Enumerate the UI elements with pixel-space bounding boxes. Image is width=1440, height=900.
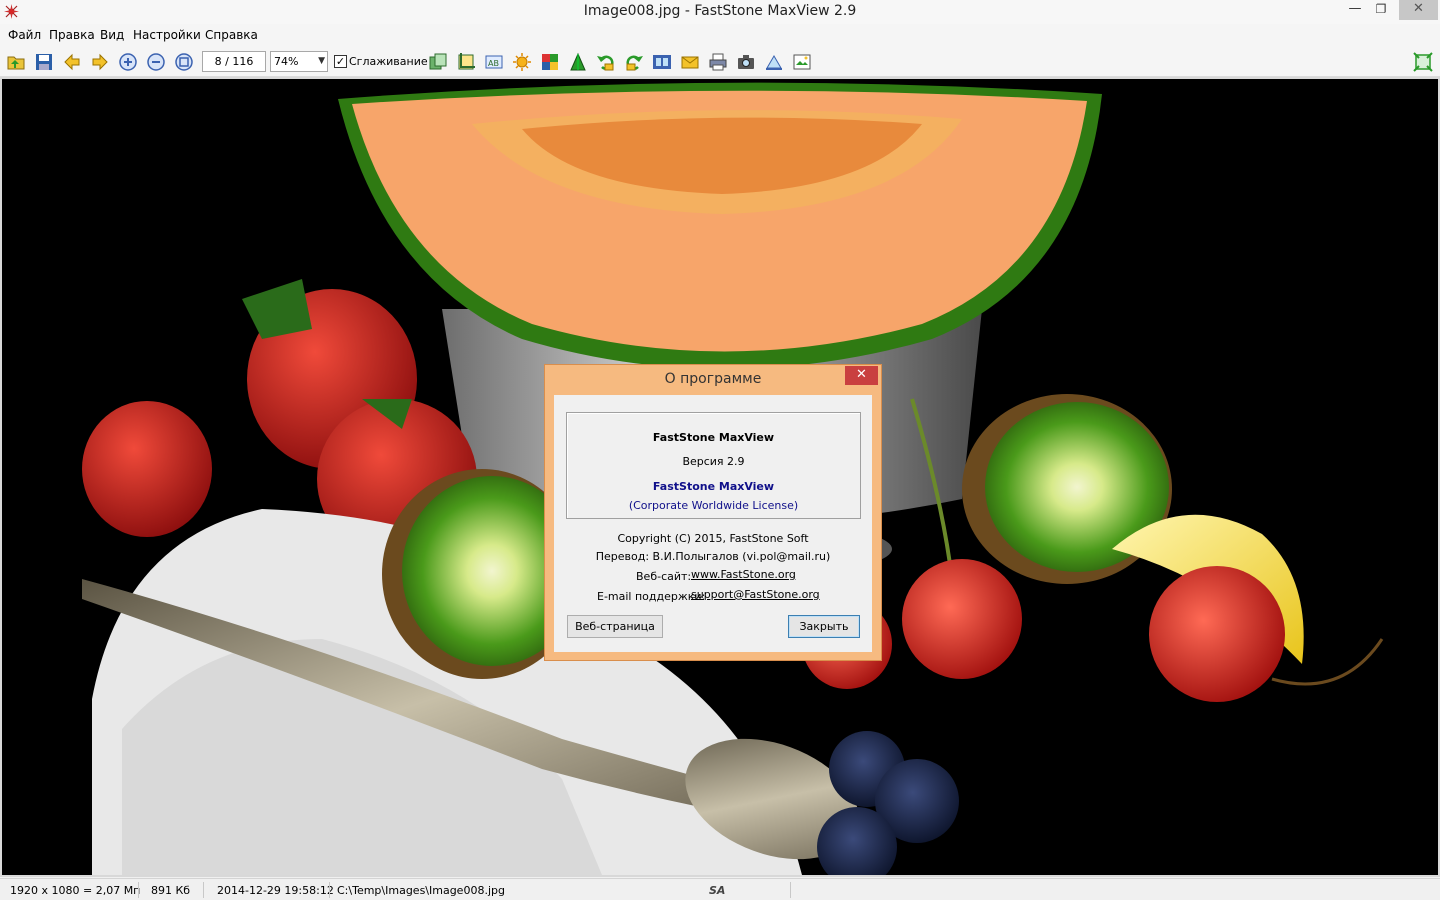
filmstrip-icon[interactable] (652, 52, 672, 72)
menu-file[interactable]: Файл (8, 28, 41, 42)
version-text: Версия 2.9 (682, 455, 745, 468)
web-page-button[interactable]: Веб-страница (567, 615, 663, 638)
open-icon[interactable] (6, 52, 26, 72)
smoothing-label: Сглаживание (349, 55, 428, 68)
close-button[interactable]: Закрыть (788, 615, 860, 638)
brightness-icon[interactable] (512, 52, 532, 72)
slideshow-icon[interactable] (792, 52, 812, 72)
rotate-left-icon[interactable] (596, 52, 616, 72)
copy-icon[interactable] (428, 52, 448, 72)
menu-edit[interactable]: Правка (49, 28, 95, 42)
website-label: Веб-сайт: (636, 570, 692, 583)
page-counter[interactable]: 8 / 116 (202, 51, 266, 72)
resize-icon[interactable]: AB (484, 52, 504, 72)
license-type: (Corporate Worldwide License) (628, 499, 799, 512)
file-datetime: 2014-12-29 19:58:12 (217, 884, 334, 897)
dialog-body: FastStone MaxView Версия 2.9 FastStone M… (554, 395, 872, 652)
zoom-in-icon[interactable] (118, 52, 138, 72)
toolbar: 8 / 116 74% ▼ ✓ Сглаживание AB (0, 46, 1440, 77)
zoom-value: 74% (274, 55, 299, 68)
restore-button[interactable]: ❐ (1368, 0, 1394, 20)
translation-text: Перевод: В.И.Полыгалов (vi.pol@mail.ru) (595, 550, 831, 563)
support-label: E-mail поддержки: (597, 590, 706, 603)
file-path: C:\Temp\Images\Image008.jpg (337, 884, 505, 897)
next-icon[interactable] (90, 52, 110, 72)
wallpaper-icon[interactable] (764, 52, 784, 72)
svg-text:AB: AB (488, 59, 499, 68)
close-window-button[interactable]: ✕ (1399, 0, 1438, 20)
crop-icon[interactable] (456, 52, 476, 72)
file-size: 891 Кб (151, 884, 191, 897)
title-bar: Image008.jpg - FastStone MaxView 2.9 — ❐… (0, 0, 1440, 24)
license-product: FastStone MaxView (652, 480, 775, 493)
dialog-close-button[interactable]: ✕ (845, 366, 878, 385)
menu-settings[interactable]: Настройки (133, 28, 201, 42)
print-icon[interactable] (708, 52, 728, 72)
email-icon[interactable] (680, 52, 700, 72)
menu-help[interactable]: Справка (205, 28, 258, 42)
prev-icon[interactable] (62, 52, 82, 72)
copyright-text: Copyright (C) 2015, FastStone Soft (617, 532, 809, 545)
product-name: FastStone MaxView (652, 431, 775, 444)
product-info-box: FastStone MaxView Версия 2.9 FastStone M… (566, 412, 861, 519)
fullscreen-icon[interactable] (1413, 52, 1433, 72)
menu-view[interactable]: Вид (100, 28, 124, 42)
status-bar: 1920 x 1080 = 2,07 Мп 891 Кб 2014-12-29 … (0, 878, 1440, 900)
support-link[interactable]: support@FastStone.org (691, 588, 820, 601)
actual-size-icon[interactable] (174, 52, 194, 72)
website-link[interactable]: www.FastStone.org (691, 568, 796, 581)
window-title: Image008.jpg - FastStone MaxView 2.9 (583, 3, 857, 19)
capture-icon[interactable] (736, 52, 756, 72)
image-dimensions: 1920 x 1080 = 2,07 Мп (10, 884, 141, 897)
save-icon[interactable] (34, 52, 54, 72)
minimize-button[interactable]: — (1342, 0, 1368, 20)
chevron-down-icon: ▼ (318, 56, 325, 66)
rotate-right-icon[interactable] (624, 52, 644, 72)
sharpen-icon[interactable] (568, 52, 588, 72)
zoom-out-icon[interactable] (146, 52, 166, 72)
zoom-select[interactable]: 74% ▼ (270, 51, 328, 72)
color-icon[interactable] (540, 52, 560, 72)
dialog-title: О программе (664, 371, 762, 387)
about-dialog: О программе ✕ FastStone MaxView Версия 2… (544, 364, 882, 661)
menu-bar: Файл Правка Вид Настройки Справка (0, 24, 1440, 46)
sa-badge: SA (709, 884, 726, 897)
smoothing-checkbox[interactable]: ✓ (334, 55, 347, 68)
